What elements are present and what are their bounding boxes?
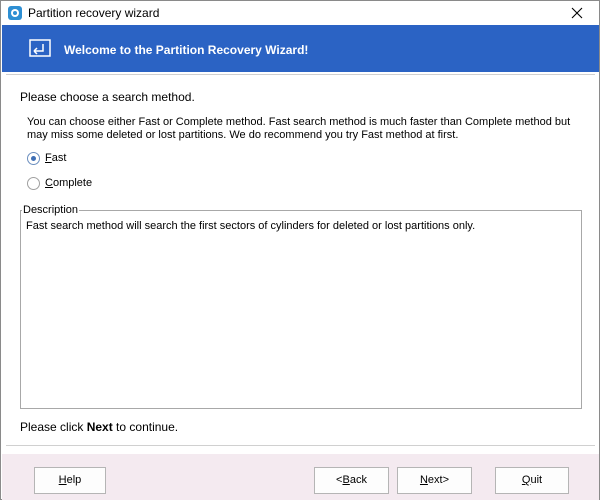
method-info-text: You can choose either Fast or Complete m…: [27, 116, 571, 141]
restore-monitor-icon: [29, 39, 51, 57]
description-group: [20, 210, 582, 409]
title-bar: Partition recovery wizard: [1, 1, 599, 25]
fast-method-radio[interactable]: Fast: [27, 151, 87, 167]
divider: [6, 74, 595, 75]
close-button[interactable]: [555, 1, 599, 25]
search-method-prompt: Please choose a search method.: [20, 90, 195, 104]
quit-button[interactable]: Quit: [495, 467, 569, 494]
app-icon: [8, 6, 22, 20]
fast-label: Fast: [45, 152, 67, 164]
header-banner: Welcome to the Partition Recovery Wizard…: [2, 25, 599, 72]
window-title: Partition recovery wizard: [28, 6, 160, 20]
radio-fast-indicator[interactable]: [27, 152, 40, 165]
next-button[interactable]: Next>: [397, 467, 472, 494]
description-label: Description: [22, 204, 80, 216]
description-text: Fast search method will search the first…: [26, 220, 476, 232]
radio-complete-indicator[interactable]: [27, 177, 40, 190]
complete-method-radio[interactable]: Complete: [27, 176, 107, 192]
close-icon: [571, 7, 583, 19]
wizard-window: Partition recovery wizard Welcome to the…: [0, 0, 600, 500]
back-button[interactable]: <Back: [314, 467, 389, 494]
help-button[interactable]: Help: [34, 467, 106, 494]
continue-hint: Please click Next to continue.: [20, 420, 179, 434]
divider: [6, 445, 595, 446]
complete-label: Complete: [45, 177, 93, 189]
banner-title: Welcome to the Partition Recovery Wizard…: [64, 43, 309, 57]
